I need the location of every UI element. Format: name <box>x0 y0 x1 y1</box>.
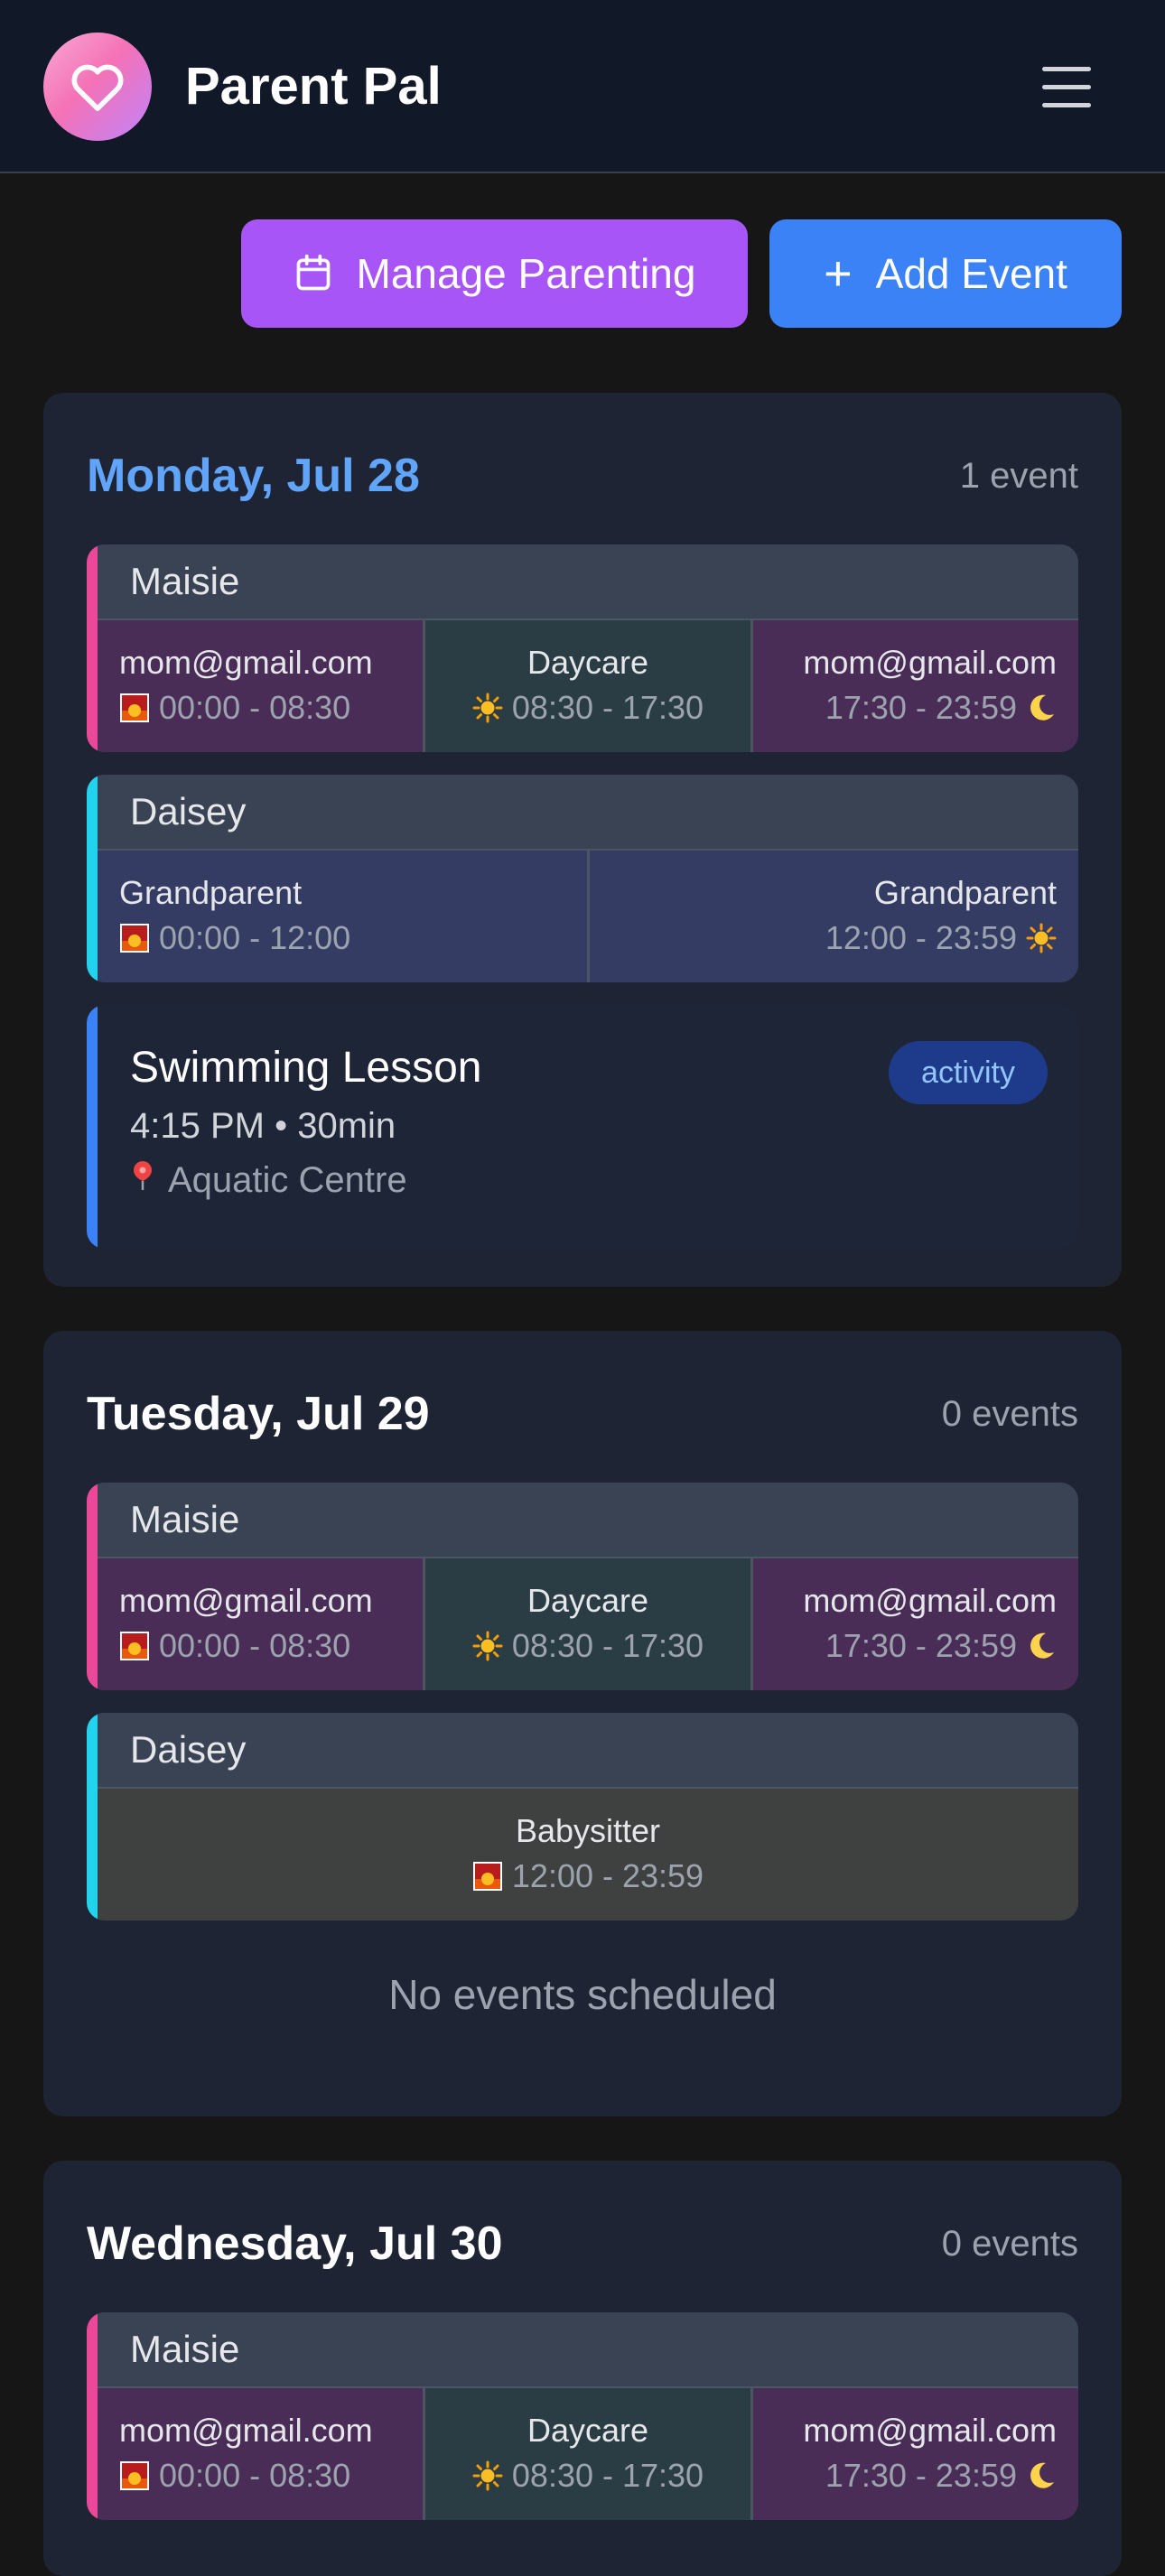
slot-time: 17:30 - 23:59 <box>825 689 1017 726</box>
app-logo[interactable] <box>43 33 152 141</box>
slot-time: 00:00 - 12:00 <box>159 919 351 956</box>
event-card[interactable]: Swimming Lesson 4:15 PM • 30min Aquatic … <box>87 1005 1078 1249</box>
caregiver-name: Daycare <box>527 2412 649 2449</box>
day-card-monday: Monday, Jul 28 1 event Maisie mom@gmail.… <box>43 393 1122 1287</box>
caregiver-name: Daycare <box>527 644 649 681</box>
moon-icon <box>1026 2460 1057 2491</box>
custody-slot[interactable]: Daycare 08:30 - 17:30 <box>423 2388 750 2520</box>
moon-icon <box>1026 1631 1057 1661</box>
add-event-label: Add Event <box>875 250 1067 297</box>
event-count: 1 event <box>959 456 1078 496</box>
caregiver-name: mom@gmail.com <box>119 644 373 681</box>
caregiver-name: mom@gmail.com <box>803 2412 1057 2449</box>
event-time: 4:15 PM • 30min <box>130 1106 396 1146</box>
manage-parenting-label: Manage Parenting <box>356 250 696 297</box>
sunrise-icon <box>119 2460 150 2491</box>
sunrise-icon <box>119 1631 150 1661</box>
sun-icon <box>472 1631 503 1661</box>
child-schedule-daisey[interactable]: Daisey Grandparent 00:00 - 12:00 Grandpa… <box>87 775 1078 982</box>
event-count: 0 events <box>941 1394 1078 1434</box>
day-title: Tuesday, Jul 29 <box>87 1388 430 1440</box>
day-title: Monday, Jul 28 <box>87 450 420 502</box>
caregiver-name: Grandparent <box>119 874 303 911</box>
caregiver-name: mom@gmail.com <box>119 1582 373 1619</box>
sun-icon <box>472 693 503 723</box>
slot-time: 17:30 - 23:59 <box>825 2457 1017 2494</box>
custody-slot[interactable]: mom@gmail.com 17:30 - 23:59 <box>750 1558 1078 1690</box>
sun-icon <box>1026 923 1057 953</box>
caregiver-name: Daycare <box>527 1582 649 1619</box>
event-location: Aquatic Centre <box>130 1158 407 1202</box>
caregiver-name: mom@gmail.com <box>803 1582 1057 1619</box>
day-card-wednesday: Wednesday, Jul 30 0 events Maisie mom@gm… <box>43 2161 1122 2576</box>
slot-time: 00:00 - 08:30 <box>159 2457 351 2494</box>
sun-icon <box>472 2460 503 2491</box>
event-count: 0 events <box>941 2224 1078 2264</box>
slot-time: 08:30 - 17:30 <box>511 2457 704 2494</box>
custody-slot[interactable]: mom@gmail.com 00:00 - 08:30 <box>98 2388 423 2520</box>
hamburger-menu-icon[interactable] <box>1039 63 1098 110</box>
caregiver-name: Grandparent <box>873 874 1057 911</box>
slot-time: 12:00 - 23:59 <box>511 1857 704 1894</box>
custody-slot[interactable]: Grandparent 12:00 - 23:59 <box>586 851 1078 982</box>
caregiver-name: mom@gmail.com <box>803 644 1057 681</box>
custody-slot[interactable]: mom@gmail.com 17:30 - 23:59 <box>750 620 1078 752</box>
app-header: Parent Pal <box>0 0 1165 173</box>
slot-time: 00:00 - 08:30 <box>159 1627 351 1664</box>
custody-slot[interactable]: mom@gmail.com 00:00 - 08:30 <box>98 1558 423 1690</box>
custody-slot[interactable]: Grandparent 00:00 - 12:00 <box>98 851 587 982</box>
sunrise-icon <box>119 693 150 723</box>
slot-time: 17:30 - 23:59 <box>825 1627 1017 1664</box>
custody-slot[interactable]: mom@gmail.com 00:00 - 08:30 <box>98 620 423 752</box>
custody-slot[interactable]: Daycare 08:30 - 17:30 <box>423 1558 750 1690</box>
no-events-message: No events scheduled <box>388 1971 777 2018</box>
child-schedule-daisey[interactable]: Daisey Babysitter 12:00 - 23:59 <box>87 1713 1078 1920</box>
child-schedule-maisie[interactable]: Maisie mom@gmail.com 00:00 - 08:30 Dayca… <box>87 2312 1078 2520</box>
child-schedule-maisie[interactable]: Maisie mom@gmail.com 00:00 - 08:30 Dayca… <box>87 544 1078 752</box>
event-title: Swimming Lesson <box>130 1044 482 1092</box>
pin-icon <box>130 1158 155 1202</box>
child-schedule-maisie[interactable]: Maisie mom@gmail.com 00:00 - 08:30 Dayca… <box>87 1483 1078 1690</box>
app-title: Parent Pal <box>185 57 442 116</box>
child-name: Maisie <box>98 1483 1078 1558</box>
location-text: Aquatic Centre <box>168 1160 407 1200</box>
event-tag-badge: activity <box>889 1041 1048 1104</box>
slot-time: 08:30 - 17:30 <box>511 1627 704 1664</box>
slot-time: 00:00 - 08:30 <box>159 689 351 726</box>
custody-slot[interactable]: Daycare 08:30 - 17:30 <box>423 620 750 752</box>
heart-icon <box>71 64 124 111</box>
caregiver-name: Babysitter <box>515 1812 661 1849</box>
day-title: Wednesday, Jul 30 <box>87 2218 503 2270</box>
child-name: Maisie <box>98 2312 1078 2388</box>
custody-slot[interactable]: Babysitter 12:00 - 23:59 <box>98 1789 1078 1920</box>
sunrise-icon <box>119 923 150 953</box>
sunrise-icon <box>472 1861 503 1892</box>
child-name: Daisey <box>98 1713 1078 1789</box>
child-name: Daisey <box>98 775 1078 851</box>
moon-icon <box>1026 693 1057 723</box>
calendar-icon <box>296 254 330 291</box>
manage-parenting-button[interactable]: Manage Parenting <box>241 219 748 328</box>
slot-time: 08:30 - 17:30 <box>511 689 704 726</box>
add-event-button[interactable]: + Add Event <box>769 219 1122 328</box>
child-name: Maisie <box>98 544 1078 620</box>
caregiver-name: mom@gmail.com <box>119 2412 373 2449</box>
slot-time: 12:00 - 23:59 <box>825 919 1017 956</box>
plus-icon: + <box>824 246 853 301</box>
custody-slot[interactable]: mom@gmail.com 17:30 - 23:59 <box>750 2388 1078 2520</box>
day-card-tuesday: Tuesday, Jul 29 0 events Maisie mom@gmai… <box>43 1331 1122 2116</box>
